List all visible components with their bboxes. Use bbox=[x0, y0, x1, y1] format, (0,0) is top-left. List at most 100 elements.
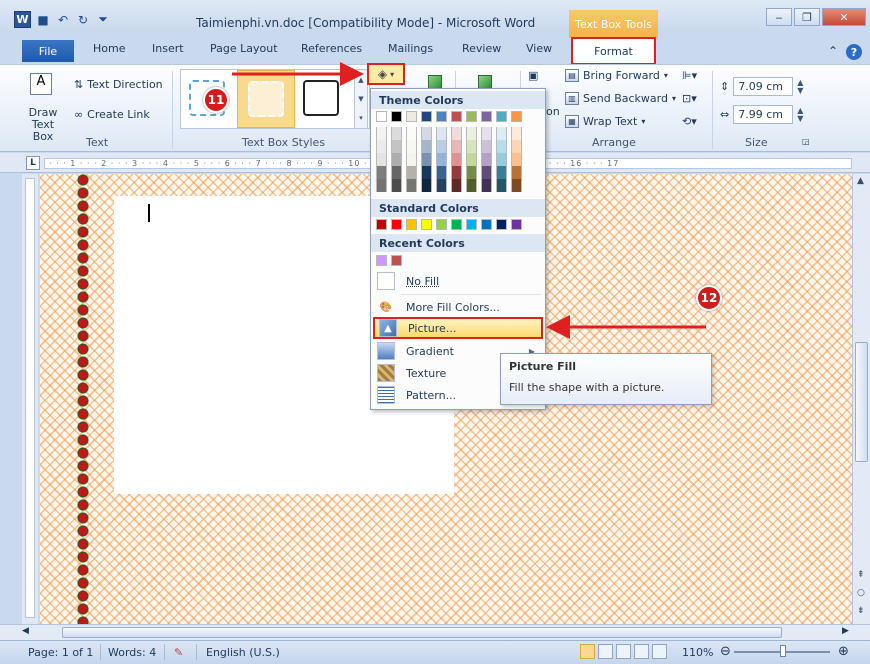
theme-color-swatch[interactable] bbox=[421, 111, 432, 122]
browse-object-icon[interactable]: ○ bbox=[857, 588, 865, 598]
tab-home[interactable]: Home bbox=[93, 42, 125, 55]
tab-selector-icon[interactable]: L bbox=[26, 156, 40, 170]
no-fill-item[interactable]: No Fill bbox=[373, 270, 543, 292]
standard-color-swatch[interactable] bbox=[376, 219, 387, 230]
theme-color-swatch[interactable] bbox=[451, 111, 462, 122]
scrollbar-thumb[interactable] bbox=[855, 342, 868, 462]
text-direction-button[interactable]: ⇅ Text Direction bbox=[74, 78, 163, 91]
tab-file[interactable]: File bbox=[22, 40, 74, 62]
next-page-icon[interactable]: ⇟ bbox=[857, 606, 865, 616]
zoom-level[interactable]: 110% bbox=[682, 646, 713, 659]
restore-icon[interactable]: ❐ bbox=[794, 8, 820, 26]
theme-shade-swatch[interactable] bbox=[436, 153, 447, 166]
tab-references[interactable]: References bbox=[301, 42, 362, 55]
word-app-icon[interactable]: W bbox=[14, 11, 31, 28]
theme-shade-swatch[interactable] bbox=[376, 166, 387, 179]
shape-fill-button[interactable]: ◈ ▾ bbox=[367, 63, 405, 85]
theme-shade-swatch[interactable] bbox=[406, 140, 417, 153]
height-spinner[interactable]: ▲ ▼ bbox=[797, 78, 803, 95]
theme-shade-swatch[interactable] bbox=[451, 153, 462, 166]
theme-shade-swatch[interactable] bbox=[436, 127, 447, 140]
theme-shade-swatch[interactable] bbox=[481, 127, 492, 140]
standard-color-swatch[interactable] bbox=[391, 219, 402, 230]
theme-color-swatch[interactable] bbox=[496, 111, 507, 122]
shape-height-input[interactable]: 7.09 cm bbox=[733, 77, 794, 96]
theme-color-swatch[interactable] bbox=[376, 111, 387, 122]
styles-gallery-scroll[interactable]: ▲ ▼ ▾ bbox=[354, 69, 368, 129]
theme-color-swatch[interactable] bbox=[436, 111, 447, 122]
theme-shade-swatch[interactable] bbox=[436, 140, 447, 153]
dialog-launcher-icon[interactable]: ◲ bbox=[802, 137, 810, 146]
3d-effects-icon[interactable] bbox=[478, 75, 492, 89]
outline-icon[interactable] bbox=[634, 644, 649, 659]
theme-shade-swatch[interactable] bbox=[466, 140, 477, 153]
standard-color-swatch[interactable] bbox=[496, 219, 507, 230]
scroll-up-icon[interactable]: ▲ bbox=[857, 176, 864, 186]
more-fill-colors-item[interactable]: 🎨 More Fill Colors... bbox=[373, 296, 543, 318]
standard-color-swatch[interactable] bbox=[511, 219, 522, 230]
print-layout-icon[interactable] bbox=[580, 644, 595, 659]
bring-forward-button[interactable]: ▤ Bring Forward ▾ bbox=[565, 69, 668, 82]
draw-text-box-icon[interactable]: A bbox=[30, 73, 52, 95]
theme-shade-swatch[interactable] bbox=[436, 179, 447, 192]
prev-page-icon[interactable]: ⇞ bbox=[857, 570, 865, 580]
theme-color-swatch[interactable] bbox=[511, 111, 522, 122]
customize-icon[interactable]: ⏷ bbox=[95, 12, 111, 28]
theme-shade-swatch[interactable] bbox=[421, 127, 432, 140]
horizontal-scrollbar[interactable]: ◀ ▶ bbox=[0, 624, 870, 640]
scroll-down-icon[interactable]: ▼ bbox=[358, 95, 363, 103]
send-backward-button[interactable]: ▥ Send Backward ▾ bbox=[565, 92, 676, 105]
theme-shade-swatch[interactable] bbox=[376, 179, 387, 192]
theme-shade-swatch[interactable] bbox=[451, 166, 462, 179]
proofing-icon[interactable]: ✎ bbox=[174, 646, 183, 659]
theme-shade-swatch[interactable] bbox=[496, 166, 507, 179]
undo-icon[interactable]: ↶ bbox=[55, 12, 71, 28]
theme-shade-swatch[interactable] bbox=[511, 166, 522, 179]
theme-shade-swatch[interactable] bbox=[391, 153, 402, 166]
redo-icon[interactable]: ↻ bbox=[75, 12, 91, 28]
theme-shade-swatch[interactable] bbox=[421, 140, 432, 153]
theme-shade-swatch[interactable] bbox=[391, 166, 402, 179]
theme-shade-swatch[interactable] bbox=[496, 179, 507, 192]
web-layout-icon[interactable] bbox=[616, 644, 631, 659]
theme-shade-swatch[interactable] bbox=[406, 179, 417, 192]
ribbon-minimize-icon[interactable]: ⌃ bbox=[828, 44, 838, 60]
theme-shade-swatch[interactable] bbox=[376, 127, 387, 140]
theme-shade-swatch[interactable] bbox=[376, 140, 387, 153]
theme-shade-swatch[interactable] bbox=[511, 179, 522, 192]
full-screen-reading-icon[interactable] bbox=[598, 644, 613, 659]
tab-view[interactable]: View bbox=[526, 42, 552, 55]
align-icon[interactable]: ⊫▾ bbox=[682, 69, 697, 82]
theme-shade-swatch[interactable] bbox=[436, 166, 447, 179]
style-option-solid-black[interactable] bbox=[303, 80, 339, 116]
close-icon[interactable]: ✕ bbox=[822, 8, 866, 26]
width-spinner[interactable]: ▲ ▼ bbox=[797, 106, 803, 123]
create-link-button[interactable]: ∞ Create Link bbox=[74, 108, 150, 121]
tab-format[interactable]: Format bbox=[571, 37, 656, 65]
theme-shade-swatch[interactable] bbox=[406, 127, 417, 140]
theme-color-swatch[interactable] bbox=[391, 111, 402, 122]
wrap-text-button[interactable]: ▦ Wrap Text ▾ bbox=[565, 115, 645, 128]
language-indicator[interactable]: English (U.S.) bbox=[206, 646, 280, 659]
theme-color-swatch[interactable] bbox=[466, 111, 477, 122]
draft-icon[interactable] bbox=[652, 644, 667, 659]
draw-text-box-button[interactable]: Draw Text Box bbox=[24, 107, 62, 143]
theme-shade-swatch[interactable] bbox=[496, 153, 507, 166]
theme-shade-swatch[interactable] bbox=[511, 153, 522, 166]
theme-shade-swatch[interactable] bbox=[511, 140, 522, 153]
theme-shade-swatch[interactable] bbox=[481, 179, 492, 192]
tab-insert[interactable]: Insert bbox=[152, 42, 184, 55]
theme-shade-swatch[interactable] bbox=[481, 153, 492, 166]
position-icon[interactable]: ▣ bbox=[528, 69, 538, 82]
rotate-icon[interactable]: ⟲▾ bbox=[682, 115, 697, 128]
standard-color-swatch[interactable] bbox=[421, 219, 432, 230]
help-icon[interactable]: ? bbox=[846, 44, 862, 60]
gallery-more-icon[interactable]: ▾ bbox=[359, 114, 363, 122]
theme-shade-swatch[interactable] bbox=[391, 140, 402, 153]
theme-shade-swatch[interactable] bbox=[391, 127, 402, 140]
standard-color-swatch[interactable] bbox=[436, 219, 447, 230]
save-icon[interactable]: ■ bbox=[35, 12, 51, 28]
page-count[interactable]: Page: 1 of 1 bbox=[28, 646, 93, 659]
shadow-effects-icon[interactable] bbox=[428, 75, 442, 89]
theme-shade-swatch[interactable] bbox=[466, 179, 477, 192]
